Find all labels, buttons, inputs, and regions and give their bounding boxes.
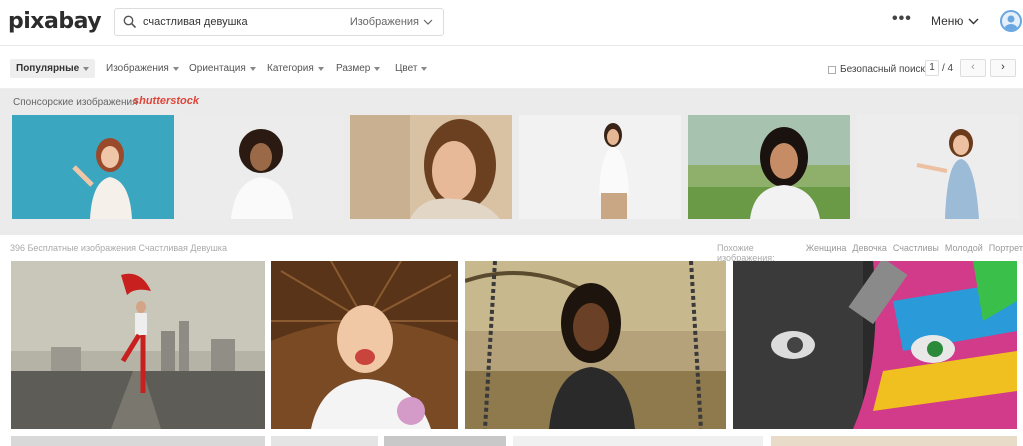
woman-arms-crossed-photo <box>519 115 681 219</box>
user-avatar[interactable] <box>1000 10 1022 32</box>
more-options-button[interactable]: ••• <box>892 10 912 28</box>
caret-down-icon <box>421 66 428 71</box>
user-icon <box>1004 15 1018 30</box>
filter-images[interactable]: Изображения <box>106 63 179 74</box>
result-image[interactable] <box>11 436 265 446</box>
result-image[interactable] <box>733 261 1017 429</box>
sponsored-section: Спонсорские изображения shutterstock <box>0 89 1023 235</box>
result-image[interactable] <box>513 436 763 446</box>
smiling-woman-closeup-photo <box>350 115 512 219</box>
curly-hair-woman-photo <box>181 115 343 219</box>
sponsored-image[interactable] <box>12 115 174 219</box>
top-header: pixabay Изображения ••• Меню <box>0 0 1023 46</box>
sponsored-image[interactable] <box>688 115 850 219</box>
results-count: 396 Бесплатные изображения Счастливая Де… <box>10 243 227 253</box>
result-image[interactable] <box>271 261 458 429</box>
caret-down-icon <box>172 66 179 71</box>
related-searches: Похожие изображения: Женщина Девочка Сча… <box>717 243 1023 263</box>
chevron-down-icon <box>968 18 979 24</box>
related-link[interactable]: Портрет <box>989 243 1023 263</box>
filter-color[interactable]: Цвет <box>395 63 428 74</box>
related-link[interactable]: Счастливы <box>893 243 939 263</box>
woman-pointing-photo <box>12 115 174 219</box>
filter-bar: Популярные Изображения Ориентация Катего… <box>0 46 1023 89</box>
girl-on-swing-photo <box>465 261 726 429</box>
filter-category[interactable]: Категория <box>267 63 324 74</box>
sponsored-image[interactable] <box>181 115 343 219</box>
related-link[interactable]: Девочка <box>852 243 886 263</box>
pixabay-logo[interactable]: pixabay <box>8 9 102 34</box>
girl-hair-spread-photo <box>271 261 458 429</box>
filter-label: Популярные <box>16 63 80 74</box>
filter-label: Размер <box>336 63 371 74</box>
page-input[interactable]: 1 <box>925 60 939 76</box>
related-link[interactable]: Молодой <box>945 243 983 263</box>
prev-page-button[interactable]: ‹ <box>960 59 986 77</box>
page-total: / 4 <box>942 62 954 74</box>
filter-label: Ориентация <box>189 63 246 74</box>
result-image[interactable] <box>271 436 378 446</box>
safe-search-toggle[interactable]: Безопасный поиск <box>828 64 925 75</box>
woman-outdoors-photo <box>688 115 850 219</box>
shutterstock-logo[interactable]: shutterstock <box>133 95 199 107</box>
filter-label: Категория <box>267 63 314 74</box>
caret-down-icon <box>249 66 256 71</box>
filter-orientation[interactable]: Ориентация <box>189 63 256 74</box>
search-type-label: Изображения <box>349 16 419 28</box>
safe-search-label: Безопасный поиск <box>840 64 925 75</box>
filter-size[interactable]: Размер <box>336 63 381 74</box>
next-page-button[interactable]: › <box>990 59 1016 77</box>
sponsored-label: Спонсорские изображения <box>13 97 138 108</box>
result-image[interactable] <box>384 436 506 446</box>
search-input[interactable] <box>143 13 353 31</box>
related-link[interactable]: Женщина <box>806 243 847 263</box>
caret-down-icon <box>317 66 324 71</box>
search-bar[interactable]: Изображения <box>114 8 444 36</box>
caret-down-icon <box>83 66 90 71</box>
filter-popular[interactable]: Популярные <box>10 59 96 78</box>
result-image[interactable] <box>11 261 265 429</box>
menu-label: Меню <box>931 14 964 28</box>
menu-button[interactable]: Меню <box>931 14 979 28</box>
result-image[interactable] <box>465 261 726 429</box>
search-type-dropdown[interactable]: Изображения <box>350 16 433 28</box>
caret-down-icon <box>374 66 381 71</box>
filter-label: Цвет <box>395 63 418 74</box>
woman-presenting-photo <box>857 115 1019 219</box>
search-icon <box>123 15 137 29</box>
chevron-down-icon <box>423 19 433 25</box>
filter-label: Изображения <box>106 63 169 74</box>
sponsored-image[interactable] <box>519 115 681 219</box>
painted-face-photo <box>733 261 1017 429</box>
sponsored-image[interactable] <box>857 115 1019 219</box>
result-image[interactable] <box>771 436 1017 446</box>
pagination: 1 / 4 <box>925 60 953 76</box>
dancing-girl-road-photo <box>11 261 265 429</box>
sponsored-image[interactable] <box>350 115 512 219</box>
related-label: Похожие изображения: <box>717 243 775 263</box>
safe-search-checkbox[interactable] <box>828 65 836 74</box>
